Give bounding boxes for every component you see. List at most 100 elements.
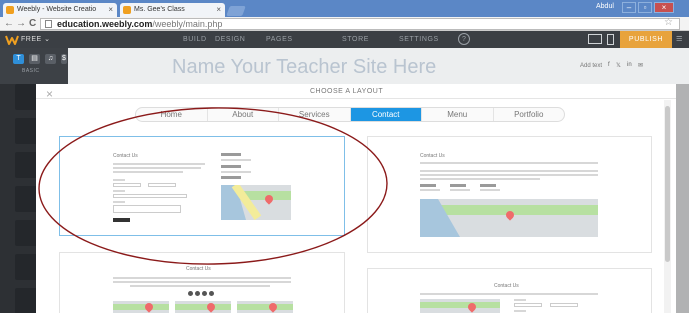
weebly-toolbar: FREE ⌄ BUILD DESIGN PAGES STORE SETTINGS…: [0, 31, 689, 48]
submit-placeholder: [113, 218, 130, 222]
email-icon[interactable]: ✉: [638, 62, 643, 69]
form-field: [113, 183, 141, 187]
placeholder-line: [221, 165, 241, 168]
url-path: /weebly/main.php: [152, 19, 223, 29]
placeholder-line: [514, 310, 526, 312]
mobile-view-icon[interactable]: [607, 34, 614, 45]
form-field: [113, 194, 187, 198]
placeholder-line: [221, 171, 251, 173]
placeholder-line: [113, 201, 125, 203]
url-host: education.weebly.com: [57, 19, 153, 29]
menu-icon[interactable]: ≡: [676, 34, 689, 46]
map-placeholder: [237, 301, 293, 313]
screen: Weebly - Website Creatio × Ms. Gee's Cla…: [0, 0, 689, 313]
sidebar-section-label: BASIC: [22, 68, 40, 74]
browser-tab-weebly[interactable]: Weebly - Website Creatio ×: [3, 3, 117, 17]
tab-home[interactable]: Home: [136, 108, 207, 121]
tab-about[interactable]: About: [206, 108, 279, 121]
desktop-view-icon[interactable]: [588, 34, 602, 44]
tab-title: Weebly - Website Creatio: [17, 6, 97, 13]
reload-icon[interactable]: C: [29, 18, 36, 29]
facebook-icon[interactable]: f: [608, 62, 610, 68]
weebly-favicon-icon: [6, 6, 14, 14]
browser-tab-bar: Weebly - Website Creatio × Ms. Gee's Cla…: [0, 0, 689, 17]
minimize-icon[interactable]: –: [622, 2, 636, 13]
placeholder-line: [113, 171, 183, 173]
placeholder-line: [420, 170, 598, 172]
placeholder-line: [514, 299, 526, 301]
close-window-icon[interactable]: ×: [654, 2, 674, 13]
text-element-icon[interactable]: ▤: [29, 54, 40, 64]
form-field: [514, 303, 542, 307]
layout-card-contact-3[interactable]: Contact Us: [59, 252, 345, 313]
scrollbar-thumb[interactable]: [665, 106, 670, 262]
form-field: [148, 183, 176, 187]
publish-button[interactable]: PUBLISH: [620, 31, 672, 48]
linkedin-icon[interactable]: in: [627, 62, 632, 68]
layout-tabs: Home About Services Contact Menu Portfol…: [135, 107, 565, 122]
modal-title: CHOOSE A LAYOUT: [310, 88, 384, 95]
placeholder-line: [420, 184, 436, 187]
map-road: [420, 302, 500, 308]
address-bar: ← → C education.weebly.com/weebly/main.p…: [0, 17, 689, 31]
nav-design[interactable]: DESIGN: [215, 36, 245, 43]
url-field[interactable]: education.weebly.com/weebly/main.php ☆: [40, 18, 680, 30]
tab-services[interactable]: Services: [278, 108, 350, 121]
plan-dropdown[interactable]: FREE ⌄: [21, 35, 51, 43]
nav-store[interactable]: STORE: [342, 36, 369, 43]
card-heading: Contact Us: [113, 153, 138, 159]
back-arrow-icon[interactable]: ←: [4, 18, 14, 29]
placeholder-line: [420, 162, 598, 164]
site-title[interactable]: Name Your Teacher Site Here: [172, 56, 436, 79]
map-placeholder: [221, 185, 291, 220]
form-textarea: [113, 205, 181, 213]
map-road: [237, 304, 293, 310]
placeholder-line: [113, 163, 205, 165]
layout-card-contact-2[interactable]: Contact Us: [367, 136, 652, 253]
placeholder-line: [221, 153, 241, 156]
nav-settings[interactable]: SETTINGS: [399, 36, 439, 43]
placeholder-line: [420, 293, 598, 295]
map-placeholder: [113, 301, 169, 313]
placeholder-line: [221, 159, 251, 161]
store-element-icon[interactable]: $: [61, 54, 67, 64]
social-dots: [188, 291, 214, 296]
bookmark-star-icon[interactable]: ☆: [664, 18, 673, 28]
placeholder-line: [130, 285, 270, 287]
map-placeholder: [420, 299, 500, 313]
placeholder-line: [420, 174, 598, 176]
new-tab-button[interactable]: [226, 6, 246, 16]
close-tab-icon[interactable]: ×: [108, 5, 113, 14]
weebly-logo-icon[interactable]: [5, 34, 19, 45]
audio-element-icon[interactable]: ♫: [45, 54, 56, 64]
nav-build[interactable]: BUILD: [183, 36, 207, 43]
forward-arrow-icon[interactable]: →: [16, 18, 26, 29]
window-user-label: Abdul: [596, 3, 614, 10]
layout-card-contact-1[interactable]: Contact Us: [59, 136, 345, 236]
card-heading: Contact Us: [186, 266, 211, 272]
tab-title: Ms. Gee's Class: [134, 6, 185, 13]
tab-portfolio[interactable]: Portfolio: [492, 108, 565, 121]
placeholder-line: [113, 277, 291, 279]
placeholder-line: [113, 190, 125, 192]
help-icon[interactable]: ?: [458, 33, 470, 45]
placeholder-line: [480, 184, 496, 187]
map-road: [113, 304, 169, 310]
placeholder-line: [221, 176, 241, 179]
tab-contact[interactable]: Contact: [349, 108, 421, 121]
title-element-icon[interactable]: T: [13, 54, 24, 64]
page-icon: [45, 20, 52, 28]
add-text-label[interactable]: Add text: [580, 63, 602, 69]
layout-card-contact-4[interactable]: Contact Us: [367, 268, 652, 313]
twitter-icon[interactable]: 𝕏: [616, 62, 621, 69]
browser-tab-class[interactable]: Ms. Gee's Class ×: [120, 3, 225, 17]
close-tab-icon[interactable]: ×: [216, 5, 221, 14]
maximize-icon[interactable]: ▫: [638, 2, 652, 13]
map-placeholder: [175, 301, 231, 313]
nav-pages[interactable]: PAGES: [266, 36, 293, 43]
chevron-down-icon: ⌄: [44, 36, 51, 43]
placeholder-line: [480, 189, 500, 191]
card-heading: Contact Us: [494, 283, 519, 289]
map-placeholder: [420, 199, 598, 237]
tab-menu[interactable]: Menu: [421, 108, 493, 121]
